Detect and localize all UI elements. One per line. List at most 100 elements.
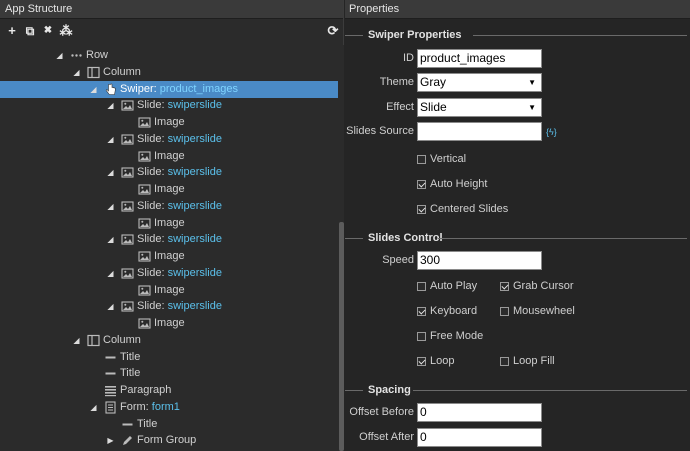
tree-node-type: Slide: xyxy=(137,99,168,112)
tree-node[interactable]: ◢ Swiper: product_images xyxy=(0,80,338,98)
theme-select-value: Gray xyxy=(420,75,447,89)
tree-node-label: Slide: swiperslide xyxy=(137,164,222,181)
expand-arrow-icon[interactable]: ◢ xyxy=(106,198,115,215)
expand-arrow-icon[interactable]: ◢ xyxy=(106,97,115,114)
delete-x-icon[interactable]: ✖ xyxy=(41,24,55,38)
image-icon xyxy=(121,200,134,213)
checkbox-box[interactable] xyxy=(500,282,509,291)
image-icon xyxy=(138,217,151,230)
expand-arrow-icon[interactable]: ◢ xyxy=(89,399,98,416)
checkbox-box[interactable] xyxy=(417,332,426,341)
tree-node[interactable]: ◢ Slide: swiperslide xyxy=(0,164,338,181)
checkbox-label: Loop Fill xyxy=(513,355,555,367)
column-icon xyxy=(87,334,100,347)
expand-arrow-icon[interactable]: ◢ xyxy=(72,64,81,81)
tree-node-type: Form: xyxy=(120,400,152,413)
tree-node-type: Image xyxy=(154,116,185,128)
speed-field[interactable]: 300 xyxy=(417,251,542,270)
tree-node[interactable]: ◢ Slide: swiperslide xyxy=(0,298,338,315)
expand-arrow-icon[interactable]: ◢ xyxy=(106,298,115,315)
tree-node[interactable]: ◢ Slide: swiperslide xyxy=(0,97,338,114)
refresh-icon[interactable]: ⟳ xyxy=(326,24,340,38)
checkbox-box[interactable] xyxy=(500,357,509,366)
tree-node-label: Image xyxy=(154,114,185,131)
title-dash-icon xyxy=(104,351,117,364)
offset-before-field[interactable]: 0 xyxy=(417,403,542,422)
checkbox-box[interactable] xyxy=(417,307,426,316)
tree-node[interactable]: Title xyxy=(0,416,338,433)
section-divider xyxy=(345,35,363,36)
expand-arrow-icon[interactable]: ◢ xyxy=(106,265,115,282)
tree-node-type: Title xyxy=(137,417,158,430)
expand-arrow-icon[interactable]: ◢ xyxy=(72,332,81,349)
tree-node[interactable]: ▶ Form Group xyxy=(0,432,338,449)
tree-node[interactable]: ◢ Row xyxy=(0,47,338,64)
checkbox-label: Auto Height xyxy=(430,178,488,190)
tree-node-type: Image xyxy=(154,317,185,329)
effect-label: Effect xyxy=(386,101,414,113)
image-icon xyxy=(121,166,134,179)
tree-node-label: Column xyxy=(103,332,141,349)
checkbox-box[interactable] xyxy=(417,180,426,189)
image-icon xyxy=(138,150,151,163)
tree-node[interactable]: Image xyxy=(0,315,338,332)
checkbox-box[interactable] xyxy=(500,307,509,316)
effect-select[interactable]: Slide ▼ xyxy=(417,98,542,117)
expand-arrow-icon[interactable]: ◢ xyxy=(106,131,115,148)
tree-node-label: Title xyxy=(137,416,157,433)
slides-source-field[interactable] xyxy=(417,122,542,141)
tree-node[interactable]: ◢ Slide: swiperslide xyxy=(0,131,338,148)
spacing-section: Spacing xyxy=(345,383,690,397)
theme-select[interactable]: Gray ▼ xyxy=(417,73,542,92)
tree-node-label: Slide: swiperslide xyxy=(137,298,222,315)
tree-node[interactable]: Image xyxy=(0,282,338,299)
checkbox-label: Auto Play xyxy=(430,280,478,292)
checkbox-box[interactable] xyxy=(417,282,426,291)
app-structure-header: App Structure xyxy=(0,0,343,19)
tree-scrollbar-thumb[interactable] xyxy=(339,222,344,451)
expand-arrow-icon[interactable]: ◢ xyxy=(55,47,64,64)
chevron-down-icon: ▼ xyxy=(528,103,536,112)
tree-node-label: Image xyxy=(154,148,185,165)
properties-panel: Properties Swiper Properties ID product_… xyxy=(345,0,690,451)
checkbox-label: Loop xyxy=(430,355,455,367)
expand-arrow-icon[interactable]: ◢ xyxy=(106,164,115,181)
tree-node-label: Slide: swiperslide xyxy=(137,265,222,282)
tree-node-label: Slide: swiperslide xyxy=(137,97,222,114)
tree-node-type: Row xyxy=(86,49,109,61)
tree-node-type: Slide: xyxy=(137,300,168,313)
offset-after-field[interactable]: 0 xyxy=(417,428,542,447)
expand-arrow-icon[interactable]: ◢ xyxy=(89,81,98,98)
tree-node[interactable]: Image xyxy=(0,148,338,165)
tree-node[interactable]: ◢ Column xyxy=(0,64,338,81)
data-binding-icon[interactable]: {ϟ} xyxy=(546,125,558,139)
tree-node-type: Slide: xyxy=(137,132,168,145)
checkbox-label: Vertical xyxy=(430,153,467,165)
checkbox-box[interactable] xyxy=(417,205,426,214)
tree-node-label: Image xyxy=(154,181,185,198)
tree-node[interactable]: Image xyxy=(0,215,338,232)
checkbox-label: Keyboard xyxy=(430,305,478,317)
expand-arrow-icon[interactable]: ◢ xyxy=(106,231,115,248)
copy-icon[interactable]: ⧉ xyxy=(23,24,37,38)
tree-node[interactable]: ◢ Slide: swiperslide xyxy=(0,265,338,282)
tree-node-type: Image xyxy=(154,283,185,296)
checkbox-box[interactable] xyxy=(417,357,426,366)
collapse-arrow-icon[interactable]: ▶ xyxy=(106,432,115,449)
image-icon xyxy=(121,267,134,280)
tree-node[interactable]: ◢ Column xyxy=(0,332,338,349)
tree-node[interactable]: Image xyxy=(0,248,338,265)
tree-node[interactable]: Paragraph xyxy=(0,382,338,399)
tree-node[interactable]: ◢ Form: form1 xyxy=(0,399,338,416)
tree-node[interactable]: ◢ Slide: swiperslide xyxy=(0,231,338,248)
tree-node[interactable]: Title xyxy=(0,349,338,366)
tree-node[interactable]: ◢ Slide: swiperslide xyxy=(0,198,338,215)
id-field[interactable]: product_images xyxy=(417,49,542,68)
checkbox-box[interactable] xyxy=(417,155,426,164)
tree-node[interactable]: Title xyxy=(0,365,338,382)
tree-node-type: Image xyxy=(154,183,185,195)
cubes-icon[interactable]: ⁂ xyxy=(59,24,73,38)
plus-icon[interactable]: + xyxy=(5,24,19,38)
tree-node[interactable]: Image xyxy=(0,114,338,131)
tree-node[interactable]: Image xyxy=(0,181,338,198)
